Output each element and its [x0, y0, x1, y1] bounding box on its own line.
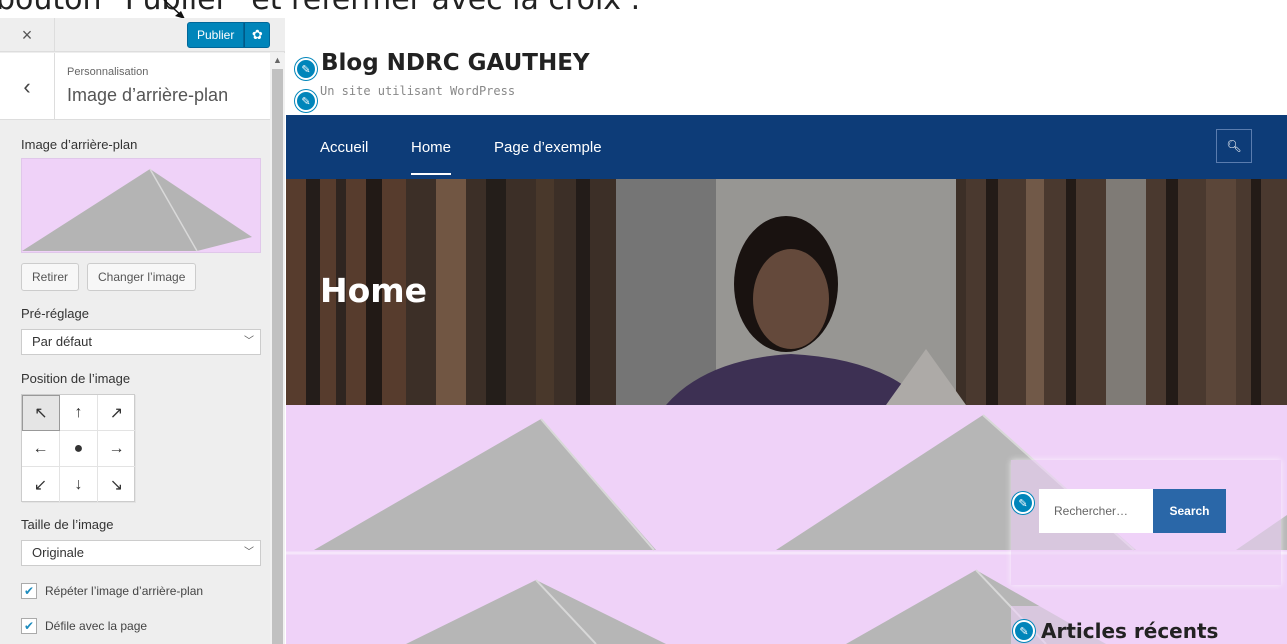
edit-pencil-icon[interactable]: ✎ [1013, 620, 1035, 642]
checkmark-icon[interactable]: ✔ [21, 618, 37, 634]
position-top-right[interactable]: ↗ [98, 395, 136, 431]
back-button[interactable]: ‹ [0, 53, 55, 120]
preset-select[interactable]: Par défaut ﹀ [21, 329, 261, 355]
position-top-left[interactable]: ↖ [22, 395, 60, 431]
customizer-screen: bouton "Publier" et refermer avec la cro… [0, 0, 1287, 644]
size-label: Taille de l’image [21, 517, 114, 532]
repeat-label: Répéter l’image d’arrière-plan [45, 584, 204, 598]
section-header: ‹ Personnalisation Image d’arrière-plan [0, 53, 270, 120]
position-label: Position de l’image [21, 371, 131, 386]
position-bottom-center[interactable]: ↓ [60, 467, 98, 503]
edit-pencil-icon[interactable]: ✎ [295, 58, 317, 80]
remove-image-button[interactable]: Retirer [21, 263, 80, 291]
customizer-sidebar: × Publier ✿ ‹ Personnalisation Image d’a… [0, 18, 285, 644]
search-button[interactable]: Search [1153, 489, 1226, 533]
image-label: Image d’arrière-plan [21, 137, 138, 152]
customizer-header: × Publier ✿ [0, 18, 285, 52]
background-image-preview[interactable] [21, 158, 261, 253]
page-title: Home [320, 271, 428, 310]
nav-item-page-exemple[interactable]: Page d’exemple [494, 139, 602, 156]
nav-item-accueil[interactable]: Accueil [320, 139, 368, 156]
instruction-annotation: bouton "Publier" et refermer avec la cro… [0, 0, 1287, 18]
main-navigation: Accueil Home Page d’exemple 🔍︎ [286, 115, 1287, 179]
hero-banner: Home [286, 179, 1287, 405]
section-controls: Image d’arrière-plan Retirer Changer l’i… [0, 121, 270, 644]
preset-label: Pré-réglage [21, 306, 89, 321]
site-description: Un site utilisant WordPress [320, 84, 516, 98]
nav-item-home[interactable]: Home [411, 139, 452, 175]
edit-pencil-icon[interactable]: ✎ [295, 90, 317, 112]
scroll-checkbox-row[interactable]: ✔ Défile avec la page [21, 618, 147, 634]
chevron-down-icon: ﹀ [244, 336, 254, 347]
size-value: Originale [32, 545, 85, 560]
gear-icon: ✿ [251, 27, 263, 42]
library-photo [286, 179, 1287, 405]
change-image-button[interactable]: Changer l’image [87, 263, 197, 291]
section-title: Image d’arrière-plan [67, 85, 229, 105]
site-title[interactable]: Blog NDRC GAUTHEY [321, 50, 590, 76]
publish-settings-button[interactable]: ✿ [244, 22, 271, 48]
envelope-thumbnail-icon [22, 168, 252, 252]
repeat-checkbox-row[interactable]: ✔ Répéter l’image d’arrière-plan [21, 583, 203, 599]
edit-pencil-icon[interactable]: ✎ [1012, 492, 1034, 514]
scroll-label: Défile avec la page [45, 619, 148, 633]
site-preview: ✎ Blog NDRC GAUTHEY ✎ Un site utilisant … [286, 18, 1287, 644]
preset-value: Par défaut [32, 334, 92, 349]
scroll-up-icon[interactable]: ▲ [270, 53, 285, 67]
position-bottom-left[interactable]: ↙ [22, 467, 60, 503]
position-picker: ↖ ↑ ↗ ← ● → ↙ ↓ ↘ [21, 394, 136, 503]
publish-button[interactable]: Publier [187, 22, 245, 48]
scroll-thumb[interactable] [272, 69, 283, 644]
chevron-down-icon: ﹀ [244, 547, 254, 558]
position-center[interactable]: ● [60, 431, 98, 467]
close-button[interactable]: × [0, 18, 55, 52]
search-icon[interactable]: 🔍︎ [1216, 129, 1252, 163]
sidebar-scrollbar[interactable]: ▲ [270, 53, 285, 644]
close-icon: × [21, 24, 33, 45]
position-center-left[interactable]: ← [22, 431, 60, 467]
checkmark-icon[interactable]: ✔ [21, 583, 37, 599]
search-input[interactable]: Rechercher… [1039, 489, 1153, 533]
recent-posts-title: Articles récents [1041, 619, 1219, 643]
chevron-left-icon: ‹ [23, 73, 31, 99]
site-header: ✎ Blog NDRC GAUTHEY ✎ Un site utilisant … [286, 18, 1287, 115]
breadcrumb: Personnalisation [67, 66, 149, 78]
position-bottom-right[interactable]: ↘ [98, 467, 136, 503]
annotation-arrow-icon [163, 0, 185, 18]
annotation-text: bouton "Publier" et refermer avec la cro… [0, 0, 640, 17]
position-top-center[interactable]: ↑ [60, 395, 98, 431]
size-select[interactable]: Originale ﹀ [21, 540, 261, 566]
publish-group: Publier ✿ [187, 22, 271, 48]
position-center-right[interactable]: → [98, 431, 136, 467]
